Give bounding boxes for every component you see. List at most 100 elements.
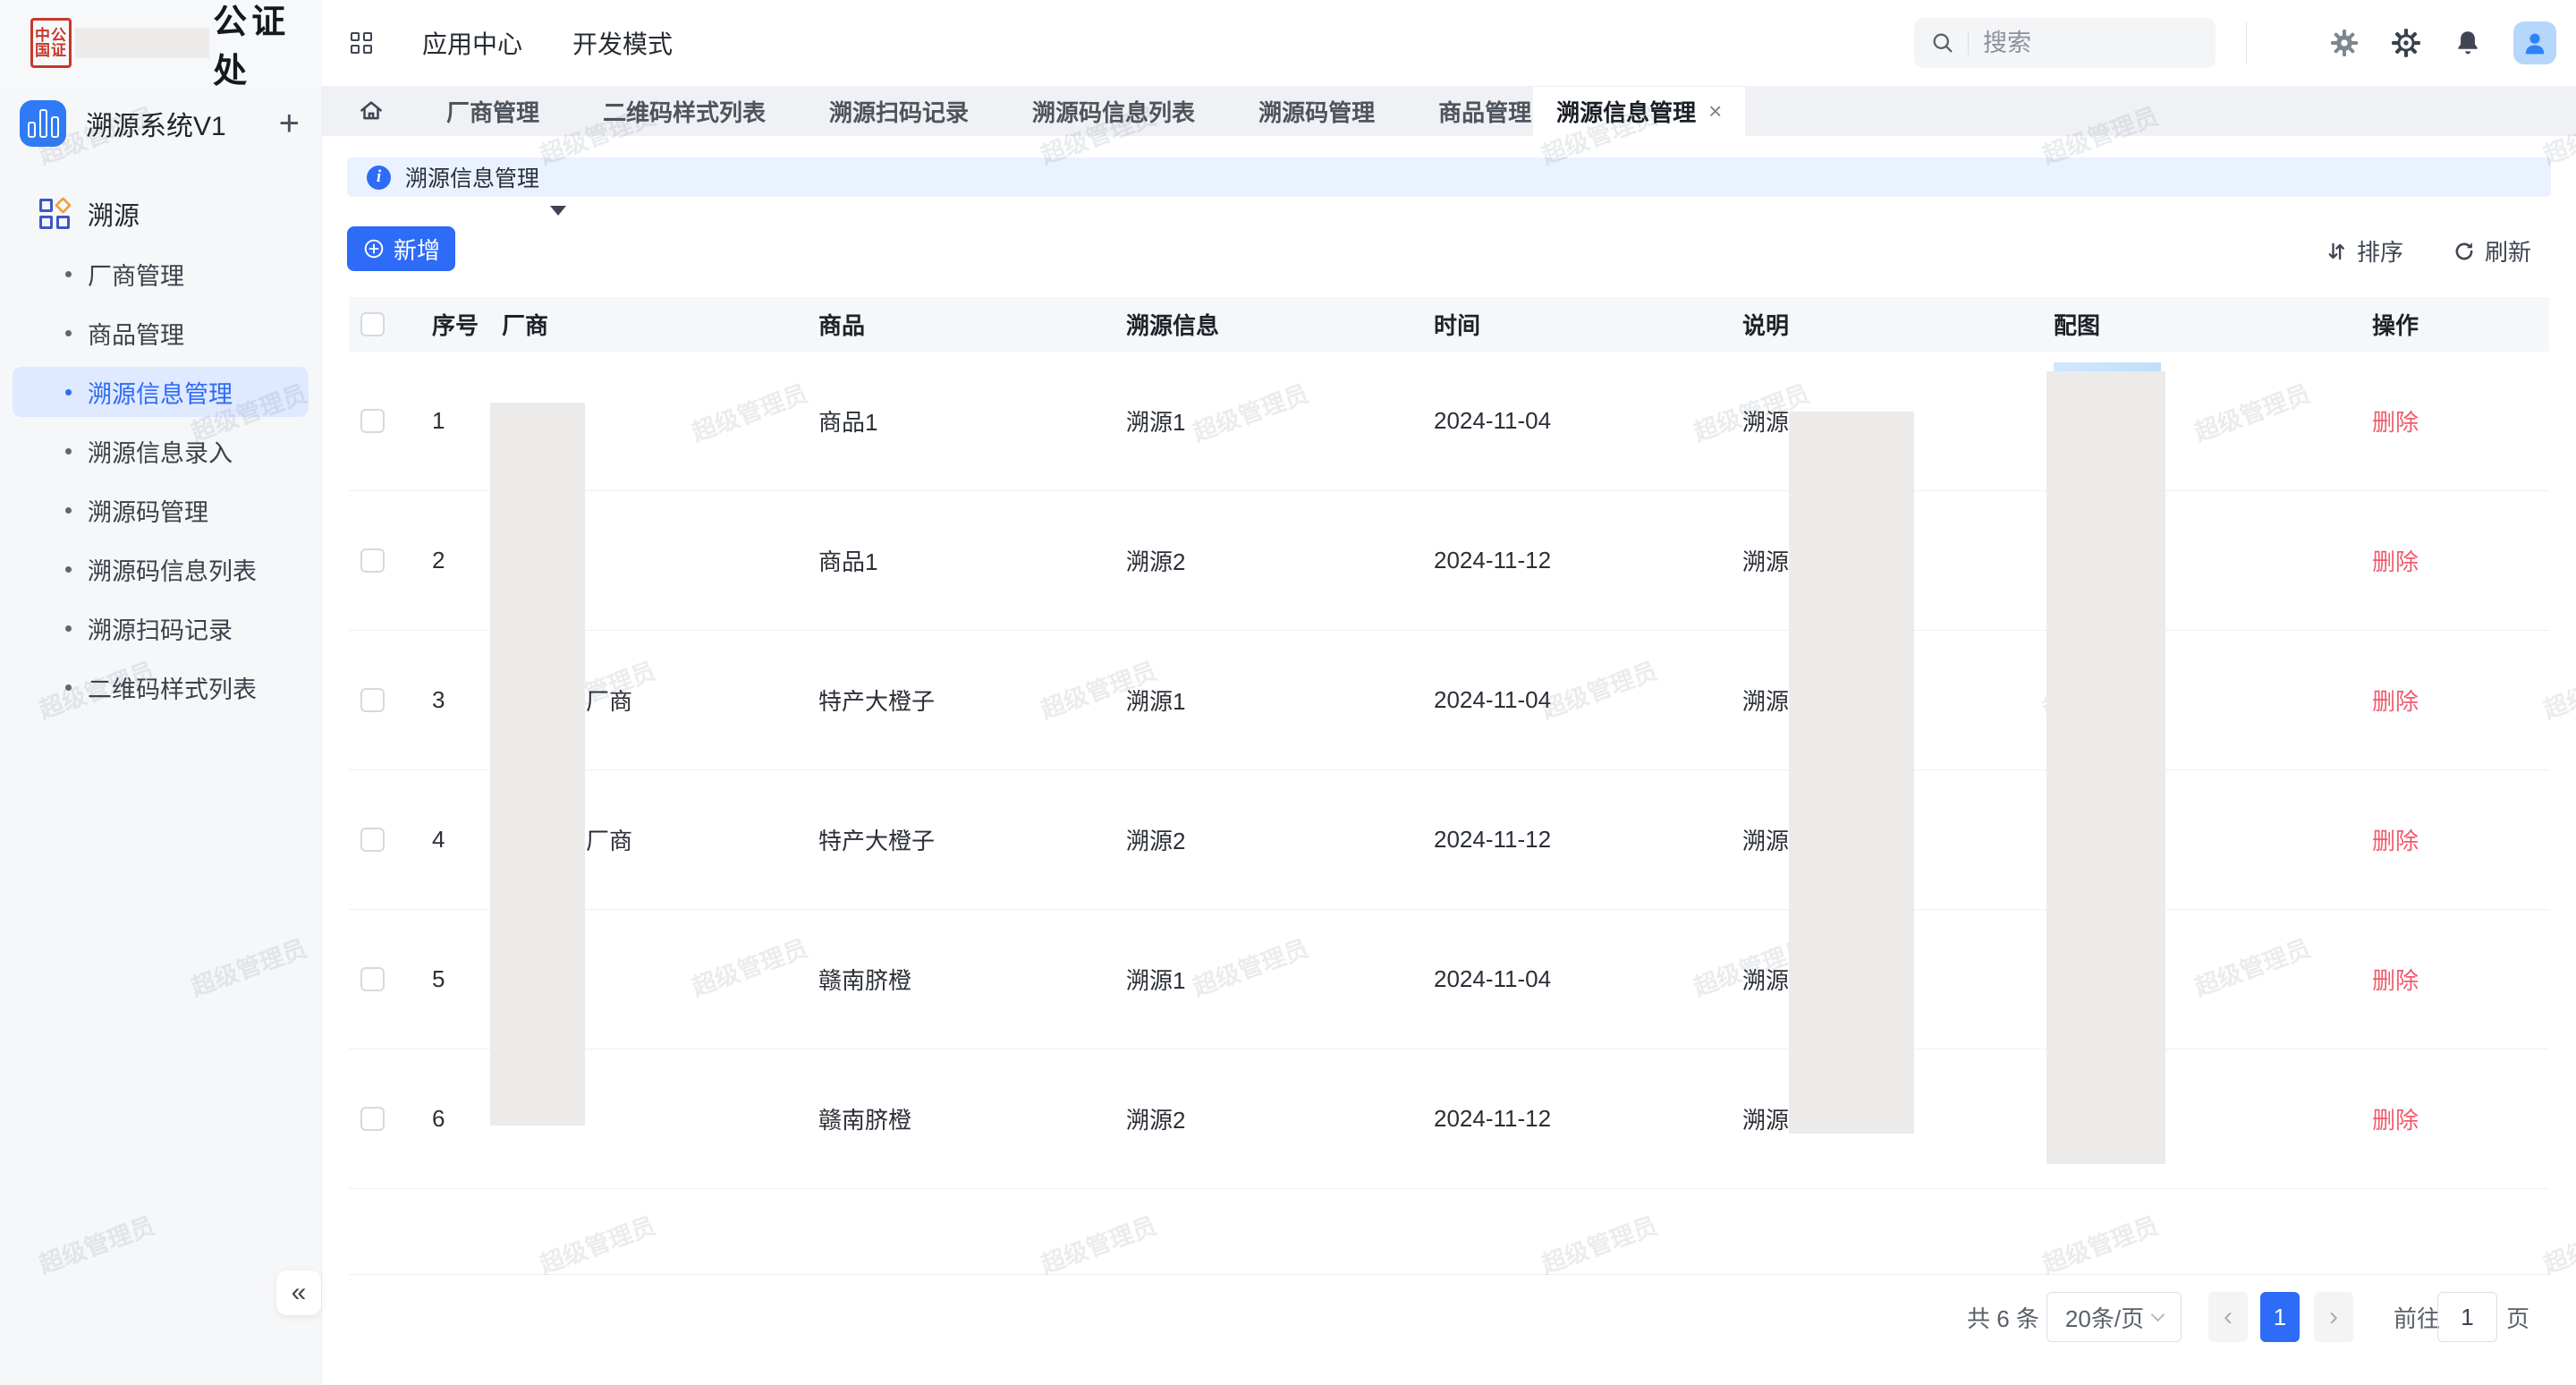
goto-page-input-wrap <box>2437 1292 2497 1342</box>
bullet-icon <box>65 389 72 395</box>
refresh-label: 刷新 <box>2485 234 2531 268</box>
apps-icon[interactable] <box>351 32 372 54</box>
row-checkbox[interactable] <box>360 1107 385 1131</box>
sidebar-item[interactable]: 溯源码信息列表 <box>13 544 309 594</box>
cell-product: 特产大橙子 <box>818 684 1126 717</box>
bullet-icon <box>65 684 72 691</box>
bullet-icon <box>65 330 72 336</box>
goto-label: 前往 <box>2394 1292 2440 1342</box>
sidebar-item[interactable]: 厂商管理 <box>13 249 309 299</box>
tab-active[interactable]: 溯源信息管理× <box>1533 86 1745 136</box>
sidebar-item-label: 二维码样式列表 <box>88 670 257 705</box>
row-checkbox[interactable] <box>360 548 385 573</box>
sidebar-item[interactable]: 商品管理 <box>13 308 309 358</box>
prev-page-button[interactable]: ‹ <box>2208 1292 2248 1342</box>
cell-index: 5 <box>416 965 502 993</box>
cell-product: 特产大橙子 <box>818 823 1126 856</box>
sidebar-item-label: 溯源信息录入 <box>88 434 233 469</box>
sidebar-group-trace[interactable]: 溯源 <box>39 195 321 233</box>
redacted-vendor-column <box>490 403 585 1126</box>
settings-gear-filled-icon[interactable] <box>2329 28 2360 58</box>
redacted-org-name <box>75 28 209 58</box>
delete-button[interactable]: 删除 <box>2372 967 2419 994</box>
cell-index: 1 <box>416 407 502 435</box>
select-all-checkbox[interactable] <box>360 312 385 336</box>
delete-button[interactable]: 删除 <box>2372 828 2419 854</box>
tab-item[interactable]: 溯源码管理 <box>1257 86 1377 136</box>
table-row: 6 赣南脐橙 溯源2 2024-11-12 溯源 删除 <box>349 1049 2549 1189</box>
cell-index: 6 <box>416 1105 502 1133</box>
table-tools: 排序 刷新 <box>2324 234 2531 268</box>
row-checkbox[interactable] <box>360 688 385 712</box>
sidebar-collapse-button[interactable]: « <box>276 1270 321 1315</box>
tab-item[interactable]: 二维码样式列表 <box>601 86 767 136</box>
home-tab-button[interactable] <box>358 98 385 124</box>
search-icon <box>1930 30 1955 55</box>
bullet-icon <box>65 566 72 573</box>
tab-item[interactable]: 厂商管理 <box>445 86 541 136</box>
settings-gear-outline-icon[interactable] <box>2390 27 2422 59</box>
table-header-row: 序号厂商商品溯源信息时间说明配图操作 <box>349 297 2549 352</box>
tab-item[interactable]: 溯源码信息列表 <box>1030 86 1197 136</box>
row-checkbox[interactable] <box>360 409 385 433</box>
sidebar-item[interactable]: 溯源扫码记录 <box>13 603 309 653</box>
home-icon <box>358 98 385 124</box>
chevron-down-icon <box>2151 1307 2165 1321</box>
tab-item[interactable]: 商品管理 <box>1436 86 1533 136</box>
app-title: 溯源系统V1 <box>86 104 226 143</box>
sidebar-item[interactable]: 溯源信息管理 <box>13 367 309 417</box>
notification-bell-icon[interactable] <box>2453 28 2483 58</box>
table-body: 1 商品1 溯源1 2024-11-04 溯源 删除 2 商品1 溯源2 202… <box>349 352 2549 1189</box>
cell-product: 商品1 <box>818 544 1126 577</box>
sidebar-item[interactable]: 溯源信息录入 <box>13 426 309 476</box>
close-tab-icon[interactable]: × <box>1708 98 1722 125</box>
row-checkbox[interactable] <box>360 967 385 991</box>
refresh-button[interactable]: 刷新 <box>2452 234 2531 268</box>
cell-index: 3 <box>416 686 502 714</box>
goto-page-input[interactable] <box>2438 1303 2496 1332</box>
cell-trace-info: 溯源2 <box>1126 823 1434 856</box>
top-header: 中国 公证 公证处 应用中心开发模式 <box>0 0 2576 87</box>
table-row: 2 商品1 溯源2 2024-11-12 溯源 删除 <box>349 491 2549 631</box>
global-search[interactable] <box>1914 18 2216 68</box>
cell-trace-info: 溯源1 <box>1126 404 1434 438</box>
bullet-icon <box>65 271 72 277</box>
cell-trace-info: 溯源1 <box>1126 684 1434 717</box>
header-nav-item-0[interactable]: 应用中心 <box>422 25 522 61</box>
delete-button[interactable]: 删除 <box>2372 548 2419 575</box>
add-button-label: 新增 <box>394 233 440 266</box>
delete-button[interactable]: 删除 <box>2372 409 2419 436</box>
row-checkbox[interactable] <box>360 828 385 852</box>
cell-time: 2024-11-04 <box>1434 686 1742 714</box>
main-area: 厂商管理 二维码样式列表 溯源扫码记录 溯源码信息列表 溯源码管理 商品管理溯源信息管理×… <box>322 86 2576 1385</box>
delete-button[interactable]: 删除 <box>2372 688 2419 715</box>
tab-label: 厂商管理 <box>446 95 539 128</box>
sidebar-item-label: 商品管理 <box>88 316 184 351</box>
sidebar-item[interactable]: 二维码样式列表 <box>13 662 309 712</box>
page-content: i 溯源信息管理 新增 排序 <box>322 136 2576 1385</box>
search-input[interactable] <box>1981 29 2146 58</box>
header-divider <box>2246 21 2247 64</box>
cell-product: 赣南脐橙 <box>818 1102 1126 1135</box>
add-button[interactable]: 新增 <box>347 226 455 271</box>
add-app-button[interactable]: + <box>279 104 300 144</box>
cell-trace-info: 溯源2 <box>1126 1102 1434 1135</box>
seal-text: 中国 <box>35 28 51 58</box>
table-row: 1 商品1 溯源1 2024-11-04 溯源 删除 <box>349 352 2549 491</box>
page-number-button[interactable]: 1 <box>2260 1292 2300 1342</box>
sidebar-item[interactable]: 溯源码管理 <box>13 485 309 535</box>
header-actions <box>1914 0 2556 86</box>
delete-button[interactable]: 删除 <box>2372 1107 2419 1134</box>
tab-item[interactable]: 溯源扫码记录 <box>827 86 970 136</box>
user-avatar[interactable] <box>2513 21 2556 64</box>
header-nav: 应用中心 开发模式 <box>351 0 673 86</box>
cell-time: 2024-11-12 <box>1434 1105 1742 1133</box>
header-nav-item-1[interactable]: 开发模式 <box>572 25 673 61</box>
sidebar-item-label: 溯源信息管理 <box>88 375 233 410</box>
table-row: 5 赣南脐橙 溯源1 2024-11-04 溯源 删除 <box>349 910 2549 1049</box>
cell-trace-info: 溯源2 <box>1126 544 1434 577</box>
page-size-select[interactable]: 20条/页 <box>2046 1292 2182 1342</box>
next-page-button[interactable]: › <box>2314 1292 2353 1342</box>
sidebar-app-header: 溯源系统V1 + <box>20 100 321 147</box>
sort-button[interactable]: 排序 <box>2324 234 2403 268</box>
